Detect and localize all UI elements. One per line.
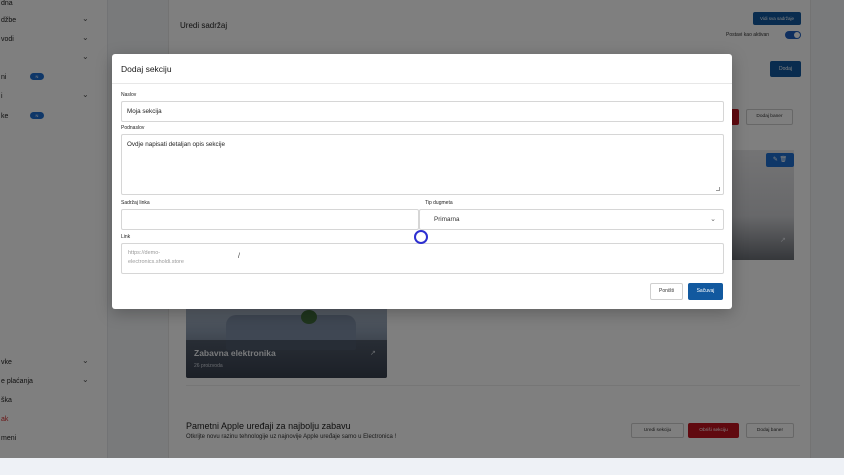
button-type-value: Primarna [434,216,460,223]
subtitle-text: Ovdje napisati detaljan opis sekcije [127,141,226,148]
modal-divider [112,83,732,84]
link-prefix: https://demo-electronics.sholdi.store [128,250,184,265]
button-type-select[interactable]: Primarna ⌄ [419,209,724,230]
title-label: Naslov [121,92,137,98]
link-content-input[interactable] [121,209,419,230]
link-content-label: Sadržaj linka [121,200,150,206]
subtitle-textarea[interactable]: Ovdje napisati detaljan opis sekcije [121,134,724,195]
chevron-down-icon: ⌄ [710,216,716,223]
subtitle-label: Podnaslov [121,125,145,131]
footer-bar [0,458,844,475]
add-section-modal: Dodaj sekciju Naslov Moja sekcija Podnas… [112,54,732,309]
button-type-label: Tip dugmeta [425,200,453,206]
mouse-cursor-indicator [414,230,428,244]
save-button[interactable]: Sačuvaj [688,283,723,300]
link-input-group[interactable]: https://demo-electronics.sholdi.store / [121,243,724,274]
link-label: Link [121,234,131,240]
link-input[interactable]: / [238,253,240,260]
resize-handle-icon[interactable] [716,187,720,191]
cancel-button[interactable]: Poništi [650,283,683,300]
modal-title: Dodaj sekciju [121,64,172,74]
title-input[interactable]: Moja sekcija [121,101,724,122]
